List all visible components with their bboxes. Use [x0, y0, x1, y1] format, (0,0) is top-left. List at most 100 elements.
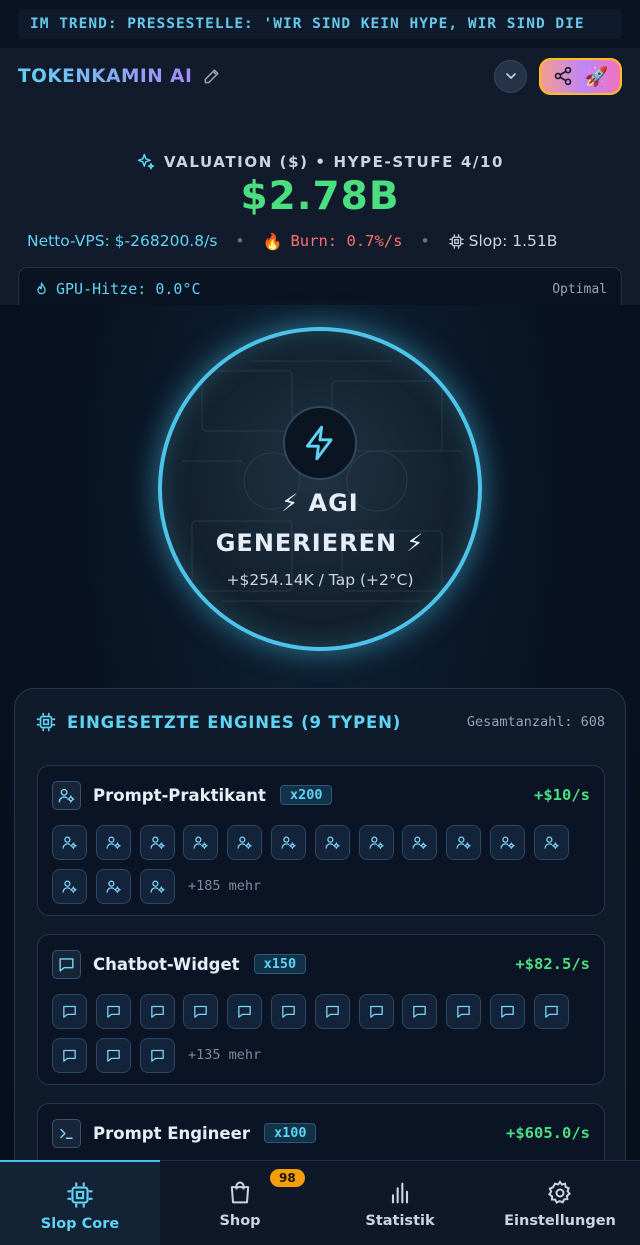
- user-gear-icon: [543, 834, 560, 851]
- shop-badge: 98: [270, 1169, 305, 1187]
- lightning-icon: [305, 425, 333, 461]
- chat-bubble-icon: [324, 1003, 341, 1020]
- engine-unit: [446, 994, 482, 1029]
- net-vps: Netto-VPS: $-268200.8/s: [27, 232, 218, 250]
- valuation-amount: $2.78B: [240, 174, 400, 219]
- stats-row: Netto-VPS: $-268200.8/s • 🔥 Burn: 0.7%/s…: [27, 231, 558, 251]
- nav-einstellungen[interactable]: Einstellungen: [480, 1161, 640, 1245]
- nav-statistik[interactable]: Statistik: [320, 1161, 480, 1245]
- company-name[interactable]: TOKENKAMIN AI: [18, 66, 192, 87]
- engine-unit: [95, 1038, 131, 1073]
- engine-unit: [358, 825, 394, 860]
- ticker-text: IM TREND: PRESSESTELLE: 'WIR SIND KEIN H…: [30, 16, 585, 32]
- chat-bubble-icon: [455, 1003, 472, 1020]
- engine-unit: [446, 825, 482, 860]
- chip-icon: [449, 233, 464, 249]
- nav-label: Statistik: [365, 1213, 435, 1229]
- gpu-heat-label: GPU-Hitze: 0.0°C: [56, 280, 201, 298]
- shopping-bag-icon: [230, 1181, 250, 1204]
- engine-unit: [139, 994, 175, 1029]
- engine-unit: [139, 825, 175, 860]
- header: TOKENKAMIN AI 🚀 VALUATION ($) • HYPE-STU…: [0, 48, 640, 333]
- engine-card[interactable]: Prompt-Praktikant x200 +$10/s +185 mehr: [37, 765, 605, 916]
- user-gear-icon: [149, 878, 166, 895]
- nav-slop-core[interactable]: Slop Core: [0, 1160, 160, 1245]
- engine-unit: [52, 825, 87, 860]
- user-gear-icon: [280, 834, 297, 851]
- slop-count: Slop: 1.51B: [468, 232, 558, 250]
- nav-label: Shop: [219, 1213, 261, 1229]
- engine-unit: [271, 994, 306, 1029]
- chat-bubble-icon: [192, 1003, 209, 1020]
- engine-unit: [52, 869, 87, 904]
- chat-bubble-icon: [236, 1003, 253, 1020]
- engine-unit: [227, 994, 263, 1029]
- engine-unit: [95, 825, 131, 860]
- engine-rate: +$10/s: [534, 786, 590, 804]
- share-icon: [554, 66, 571, 86]
- engine-unit: [52, 994, 87, 1029]
- sparkle-icon: [137, 153, 155, 170]
- news-ticker: IM TREND: PRESSESTELLE: 'WIR SIND KEIN H…: [0, 0, 640, 48]
- chat-bubble-icon: [149, 1047, 166, 1064]
- chat-bubble-icon: [61, 1047, 78, 1064]
- chevron-down-icon: [505, 73, 516, 79]
- user-gear-icon: [61, 834, 78, 851]
- core-title-line2: GENERIEREN ⚡: [215, 529, 425, 557]
- share-button[interactable]: 🚀: [539, 57, 622, 95]
- pencil-icon[interactable]: [202, 66, 222, 86]
- bar-chart-icon: [391, 1182, 409, 1204]
- user-gear-icon: [368, 834, 385, 851]
- engine-unit: [402, 994, 438, 1029]
- nav-shop[interactable]: 98 Shop: [160, 1161, 320, 1245]
- engines-panel: EINGESETZTE ENGINES (9 TYPEN) Gesamtanza…: [14, 688, 626, 1223]
- chat-bubble-icon: [368, 1003, 385, 1020]
- engine-card[interactable]: Chatbot-Widget x150 +$82.5/s +135 mehr: [37, 934, 605, 1085]
- engine-unit: [314, 825, 350, 860]
- engine-unit: [95, 869, 131, 904]
- engine-unit: [183, 994, 219, 1029]
- engine-count: x150: [253, 954, 307, 974]
- engine-unit: [95, 994, 131, 1029]
- engines-title: EINGESETZTE ENGINES (9 TYPEN): [67, 712, 402, 732]
- user-gear-icon: [52, 780, 81, 810]
- engine-unit: [227, 825, 263, 860]
- engines-total: Gesamtanzahl: 608: [466, 714, 605, 730]
- valuation-label-text: VALUATION ($) • HYPE-STUFE 4/10: [163, 153, 505, 171]
- lightning-icon-badge: [283, 406, 357, 480]
- core-title-line1: ⚡ AGI: [281, 489, 359, 517]
- user-gear-icon: [61, 878, 78, 895]
- user-gear-icon: [105, 878, 122, 895]
- engine-unit: [52, 1038, 87, 1073]
- engine-name: Chatbot-Widget: [93, 954, 240, 974]
- engine-unit: [139, 869, 175, 904]
- more-units-label: +185 mehr: [188, 878, 262, 894]
- engine-unit: [139, 1038, 175, 1073]
- app-root: IM TREND: PRESSESTELLE: 'WIR SIND KEIN H…: [0, 0, 640, 1245]
- engine-rate: +$605.0/s: [506, 1124, 590, 1142]
- engine-unit: [271, 825, 306, 860]
- engine-unit: [490, 994, 525, 1029]
- chat-bubble-icon: [280, 1003, 297, 1020]
- burn-rate: Burn: 0.7%/s: [290, 232, 403, 250]
- chat-bubble-icon: [411, 1003, 428, 1020]
- valuation-label: VALUATION ($) • HYPE-STUFE 4/10: [0, 152, 640, 172]
- user-gear-icon: [499, 834, 516, 851]
- user-gear-icon: [455, 834, 472, 851]
- gpu-status: Optimal: [552, 282, 607, 297]
- generate-agi-button[interactable]: ⚡ AGI GENERIEREN ⚡ +$254.14K / Tap (+2°C…: [158, 327, 482, 651]
- engine-unit: [358, 994, 394, 1029]
- chat-bubble-icon: [149, 1003, 166, 1020]
- main-area: ⚡ AGI GENERIEREN ⚡ +$254.14K / Tap (+2°C…: [0, 305, 640, 1223]
- nav-label: Einstellungen: [504, 1213, 616, 1229]
- engine-unit: [490, 825, 525, 860]
- user-gear-icon: [236, 834, 253, 851]
- user-gear-icon: [411, 834, 428, 851]
- dropdown-button[interactable]: [494, 59, 527, 93]
- rocket-icon: 🚀: [584, 65, 609, 88]
- chat-bubble-icon: [52, 949, 81, 979]
- gear-icon: [548, 1180, 571, 1204]
- bottom-nav: Slop Core 98 Shop Statistik Einstellunge…: [0, 1160, 640, 1245]
- chip-icon: [67, 1182, 93, 1208]
- chat-bubble-icon: [105, 1047, 122, 1064]
